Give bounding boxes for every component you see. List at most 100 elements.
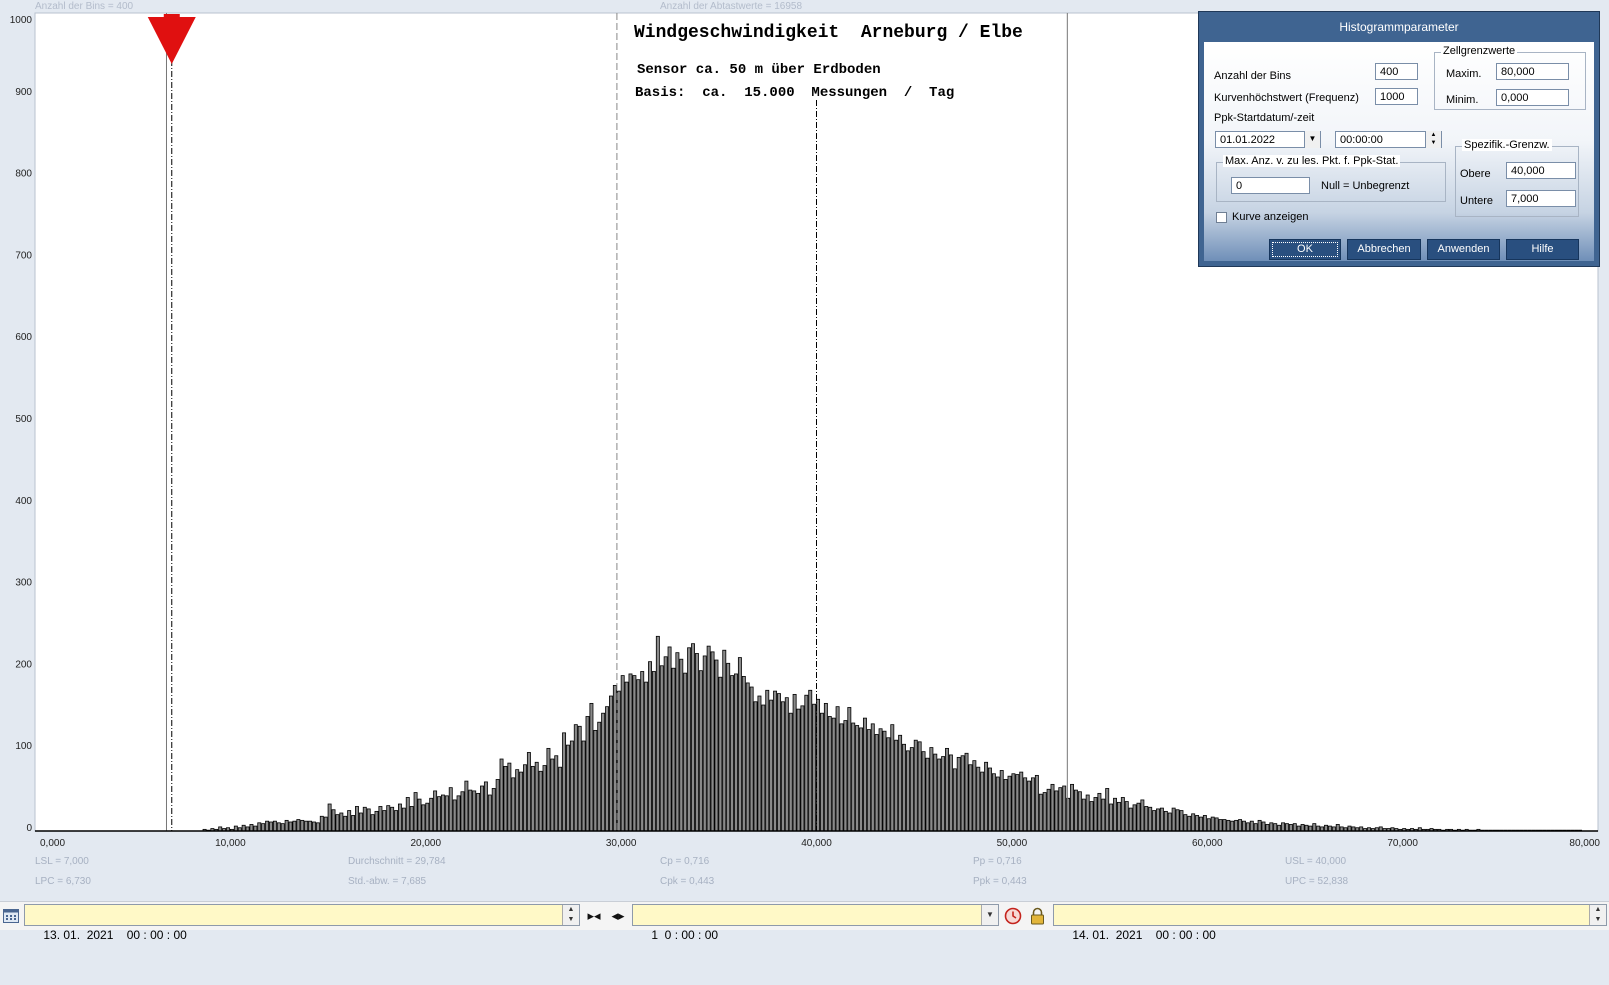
histogram-bar [773,690,778,832]
end-spinner-icon[interactable]: ▲ ▼ [1589,905,1606,925]
start-date-select[interactable]: 01.01.2022 ▼ [1215,131,1321,148]
histogram-bar [1007,775,1012,832]
histogram-bar [319,815,324,832]
chevron-down-icon[interactable]: ▼ [981,905,998,925]
histogram-bar [370,814,375,832]
lower-limit-input[interactable]: 7,000 [1506,190,1576,207]
histogram-bar [784,697,789,832]
histogram-bar [515,769,520,832]
start-spinner-icon[interactable]: ▲ ▼ [562,905,579,925]
histogram-bar [1054,790,1059,832]
histogram-bar [1171,807,1176,832]
max-input[interactable]: 80,000 [1496,63,1569,80]
apply-button[interactable]: Anwenden [1427,239,1500,260]
histogram-bar [397,803,402,832]
histogram-bar [550,758,555,832]
histogram-bar [456,795,461,832]
histogram-bar [401,807,406,832]
histogram-bar [464,780,469,832]
bins-input[interactable]: 400 [1375,63,1418,80]
interval-select[interactable]: 1 0 : 00 : 00 ▼ [632,904,999,942]
histogram-bar [667,646,672,832]
histogram-bar [734,673,738,832]
stat-std: Std.-abw. = 7,685 [348,876,427,887]
histogram-bar [640,671,645,832]
help-button[interactable]: Hilfe [1506,239,1579,260]
histogram-bar [663,656,668,832]
histogram-bar [1234,819,1239,832]
histogram-bar [898,734,903,832]
histogram-bar [272,820,277,832]
histogram-bar [1101,798,1106,832]
calendar-icon[interactable] [3,908,19,923]
y-tick-label: 400 [15,496,32,507]
freq-input[interactable]: 1000 [1375,88,1418,105]
histogram-bar [519,771,524,832]
histogram-bar [562,732,567,832]
histogram-bar [362,806,367,832]
clock-icon[interactable] [1004,907,1022,925]
min-input[interactable]: 0,000 [1496,89,1569,106]
max-points-legend: Max. Anz. v. zu les. Pkt. f. Ppk-Stat. [1223,155,1401,167]
start-datetime-field[interactable]: 13. 01. 2021 00 : 00 : 00 ▲ ▼ [24,904,580,942]
histogram-bar [1003,779,1008,832]
histogram-bar [1206,818,1211,832]
upper-label: Obere [1460,168,1491,180]
histogram-bar [526,752,531,832]
histogram-bar [1187,815,1192,832]
histogram-bar [452,799,457,832]
show-curve-checkbox[interactable] [1216,212,1227,223]
histogram-bar [1136,802,1141,832]
histogram-bar [476,792,481,832]
histogram-bar [1195,815,1200,832]
shrink-range-icon[interactable]: ▸◂ [584,907,604,924]
histogram-bar [628,673,633,832]
histogram-bar [651,671,656,832]
lock-icon[interactable] [1030,907,1045,925]
histogram-bar [866,729,871,832]
start-time-input[interactable]: 00:00:00 ▲ ▼ [1335,131,1442,148]
histogram-bar [737,657,742,832]
histogram-bar [249,824,254,832]
histogram-bar [585,716,590,832]
histogram-bar [1191,813,1196,832]
histogram-bar [429,797,434,832]
histogram-bar [1222,819,1227,832]
histogram-bar [1097,792,1102,832]
histogram-bar [472,790,477,832]
y-tick-label: 600 [15,332,32,343]
chevron-down-icon[interactable]: ▼ [1304,131,1320,148]
lsl-marker-cap [163,14,180,18]
stat-lpc: LPC = 6,730 [35,876,91,887]
upper-limit-input[interactable]: 40,000 [1506,162,1576,179]
ok-button[interactable]: OK [1269,239,1341,260]
histogram-bar [1218,819,1223,832]
histogram-bar [1038,793,1043,832]
y-tick-label: 500 [15,414,32,425]
stat-mean: Durchschnitt = 29,784 [348,856,446,867]
max-points-input[interactable]: 0 [1231,177,1310,194]
histogram-bar [1245,822,1250,832]
cell-limits-group: Zellgrenzwerte Maxim. 80,000 Minim. 0,00… [1434,45,1586,110]
spec-limits-legend: Spezifik.-Grenzw. [1462,139,1552,151]
histogram-bar [991,773,996,832]
histogram-bar [862,717,867,832]
histogram-bar [976,766,981,832]
cancel-button[interactable]: Abbrechen [1347,239,1421,260]
histogram-bar [636,679,641,832]
histogram-bar [1109,803,1114,832]
histogram-bar [984,761,989,832]
time-spinner-icon[interactable]: ▲ ▼ [1425,131,1441,148]
histogram-bar [609,695,613,832]
histogram-bar [1300,824,1305,832]
x-tick-label: 30,000 [606,838,637,849]
spec-limits-group: Spezifik.-Grenzw. Obere 40,000 Untere 7,… [1455,139,1579,217]
start-label: Ppk-Startdatum/-zeit [1214,112,1315,124]
dialog-title: Histogrammparameter [1339,20,1459,34]
histogram-bar [1292,823,1297,832]
histogram-bar [241,824,246,832]
expand-range-icon[interactable]: ◂▸ [608,907,628,924]
histogram-bar [1324,824,1328,832]
histogram-bar [487,794,492,832]
end-datetime-field[interactable]: 14. 01. 2021 00 : 00 : 00 ▲ ▼ [1053,904,1607,942]
